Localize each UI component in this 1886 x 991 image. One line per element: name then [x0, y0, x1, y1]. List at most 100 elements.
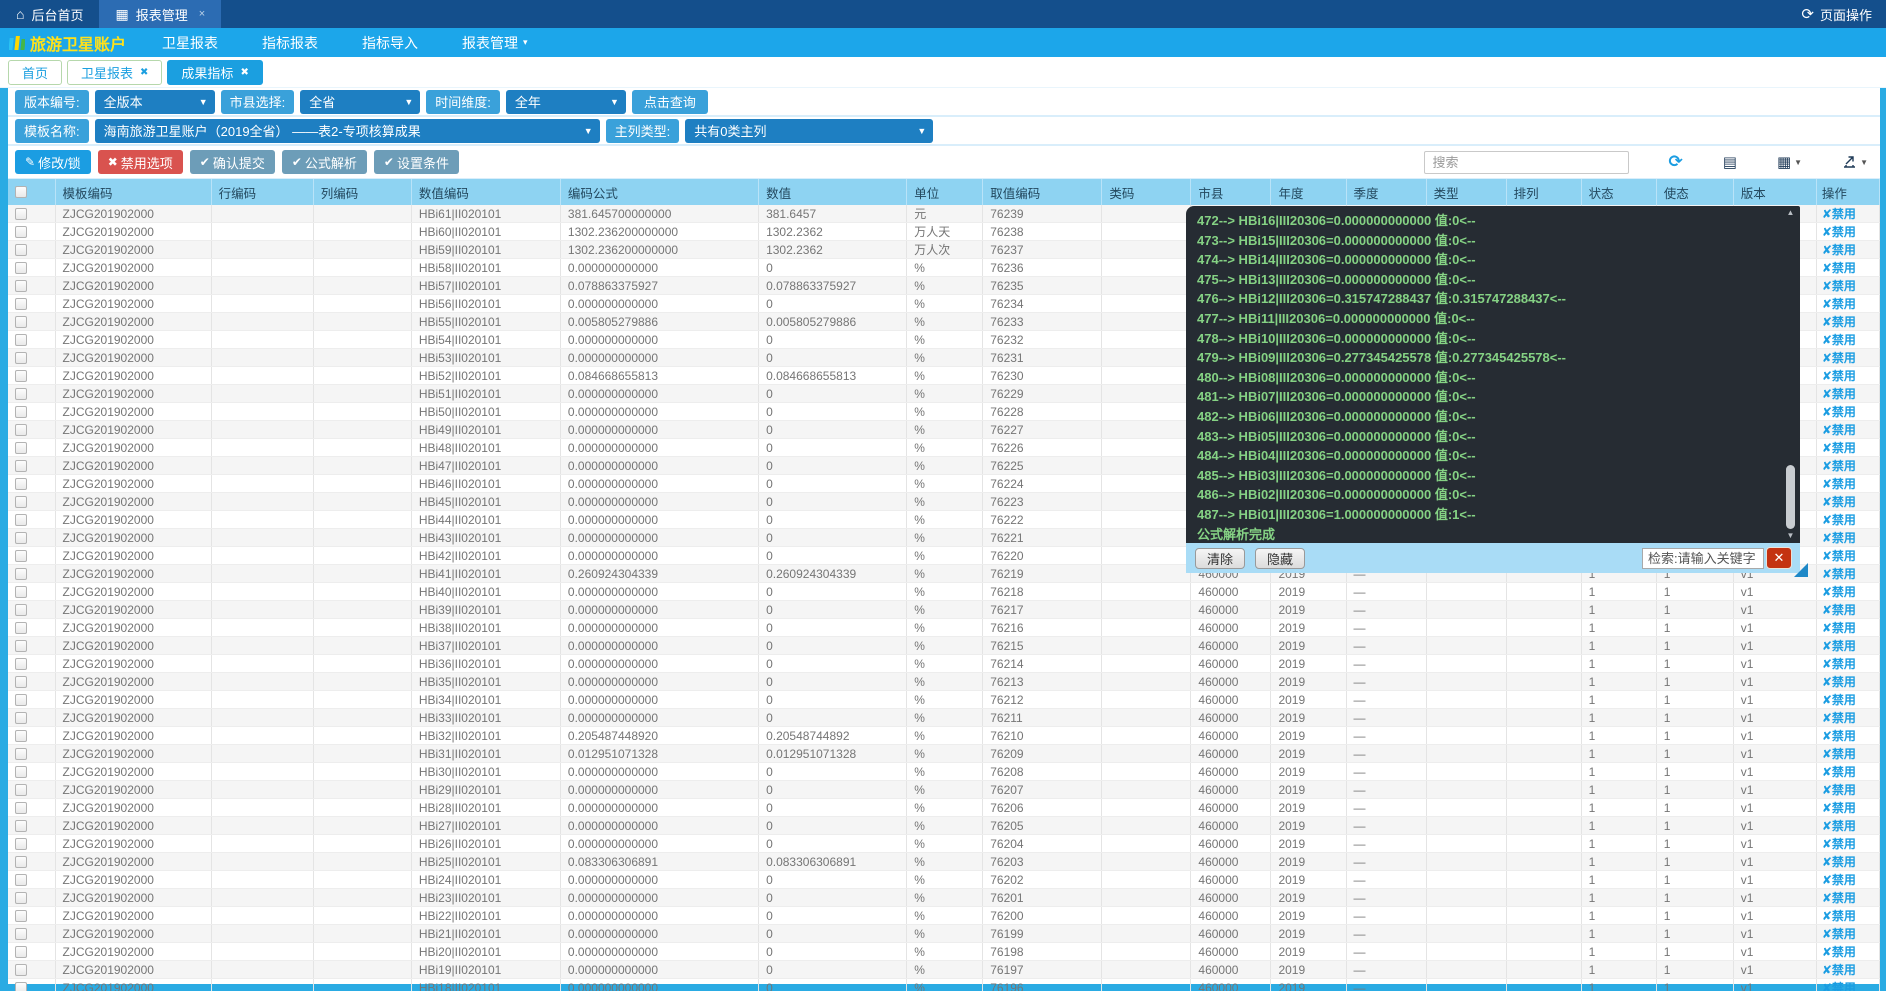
page-operations-button[interactable]: ⟳ 页面操作 — [1801, 5, 1886, 24]
disable-row-link[interactable]: ✘禁用 — [1822, 225, 1856, 239]
console-clear-button[interactable]: 清除 — [1195, 548, 1245, 569]
select-all-header[interactable] — [8, 179, 55, 205]
disable-row-link[interactable]: ✘禁用 — [1822, 549, 1856, 563]
console-close-button[interactable]: ✕ — [1766, 547, 1792, 569]
disable-row-link[interactable]: ✘禁用 — [1822, 261, 1856, 275]
time-select[interactable]: 全年 ▼ — [506, 90, 626, 114]
disable-row-link[interactable]: ✘禁用 — [1822, 387, 1856, 401]
row-checkbox[interactable] — [15, 352, 27, 364]
menu-item-indicator-import[interactable]: 指标导入 — [340, 33, 440, 53]
version-select[interactable]: 全版本 ▼ — [95, 90, 215, 114]
row-checkbox[interactable] — [15, 442, 27, 454]
row-checkbox[interactable] — [15, 298, 27, 310]
console-scrollbar[interactable]: ▲ ▼ — [1783, 208, 1798, 541]
menu-item-satellite-report[interactable]: 卫星报表 — [140, 33, 240, 53]
export-icon[interactable]: ▼ — [1842, 155, 1868, 169]
disable-row-link[interactable]: ✘禁用 — [1822, 711, 1856, 725]
row-checkbox[interactable] — [15, 208, 27, 220]
disable-row-link[interactable]: ✘禁用 — [1822, 855, 1856, 869]
row-checkbox[interactable] — [15, 874, 27, 886]
menu-item-indicator-report[interactable]: 指标报表 — [240, 33, 340, 53]
menu-item-report-management[interactable]: 报表管理 ▾ — [440, 33, 550, 53]
disable-row-link[interactable]: ✘禁用 — [1822, 819, 1856, 833]
row-checkbox[interactable] — [15, 928, 27, 940]
scroll-up-icon[interactable]: ▲ — [1787, 208, 1795, 218]
row-checkbox[interactable] — [15, 838, 27, 850]
disable-row-link[interactable]: ✘禁用 — [1822, 675, 1856, 689]
row-checkbox[interactable] — [15, 964, 27, 976]
scroll-down-icon[interactable]: ▼ — [1787, 531, 1795, 541]
row-checkbox[interactable] — [15, 496, 27, 508]
page-tab-home[interactable]: 首页 — [8, 60, 62, 85]
disable-options-button[interactable]: ✖ 禁用选项 — [98, 150, 183, 174]
disable-row-link[interactable]: ✘禁用 — [1822, 279, 1856, 293]
disable-row-link[interactable]: ✘禁用 — [1822, 765, 1856, 779]
main-column-type-select[interactable]: 共有0类主列 ▼ — [685, 119, 933, 143]
row-checkbox[interactable] — [15, 802, 27, 814]
row-checkbox[interactable] — [15, 532, 27, 544]
disable-row-link[interactable]: ✘禁用 — [1822, 315, 1856, 329]
disable-row-link[interactable]: ✘禁用 — [1822, 909, 1856, 923]
row-checkbox[interactable] — [15, 316, 27, 328]
row-checkbox[interactable] — [15, 262, 27, 274]
disable-row-link[interactable]: ✘禁用 — [1822, 477, 1856, 491]
console-resize-fold[interactable] — [1794, 563, 1808, 577]
disable-row-link[interactable]: ✘禁用 — [1822, 891, 1856, 905]
row-checkbox[interactable] — [15, 766, 27, 778]
list-view-icon[interactable]: ▤ — [1723, 153, 1737, 171]
disable-row-link[interactable]: ✘禁用 — [1822, 963, 1856, 977]
template-select[interactable]: 海南旅游卫星账户（2019全省） ——表2-专项核算成果 ▼ — [95, 119, 600, 143]
row-checkbox[interactable] — [15, 604, 27, 616]
row-checkbox[interactable] — [15, 712, 27, 724]
row-checkbox[interactable] — [15, 370, 27, 382]
row-checkbox[interactable] — [15, 280, 27, 292]
disable-row-link[interactable]: ✘禁用 — [1822, 297, 1856, 311]
disable-row-link[interactable]: ✘禁用 — [1822, 207, 1856, 221]
row-checkbox[interactable] — [15, 910, 27, 922]
set-conditions-button[interactable]: ✔ 设置条件 — [374, 150, 459, 174]
window-tab-report-management[interactable]: ▦ 报表管理 × — [99, 0, 221, 28]
row-checkbox[interactable] — [15, 856, 27, 868]
row-checkbox[interactable] — [15, 424, 27, 436]
disable-row-link[interactable]: ✘禁用 — [1822, 639, 1856, 653]
select-all-checkbox[interactable] — [15, 186, 27, 198]
disable-row-link[interactable]: ✘禁用 — [1822, 567, 1856, 581]
disable-row-link[interactable]: ✘禁用 — [1822, 873, 1856, 887]
disable-row-link[interactable]: ✘禁用 — [1822, 351, 1856, 365]
disable-row-link[interactable]: ✘禁用 — [1822, 405, 1856, 419]
disable-row-link[interactable]: ✘禁用 — [1822, 837, 1856, 851]
disable-row-link[interactable]: ✘禁用 — [1822, 927, 1856, 941]
close-tab-icon[interactable]: ✖ — [240, 67, 248, 78]
page-tab-satellite-report[interactable]: 卫星报表 ✖ — [67, 60, 162, 85]
disable-row-link[interactable]: ✘禁用 — [1822, 603, 1856, 617]
row-checkbox[interactable] — [15, 388, 27, 400]
row-checkbox[interactable] — [15, 658, 27, 670]
refresh-icon[interactable]: ⟳ — [1669, 152, 1683, 172]
disable-row-link[interactable]: ✘禁用 — [1822, 747, 1856, 761]
disable-row-link[interactable]: ✘禁用 — [1822, 657, 1856, 671]
row-checkbox[interactable] — [15, 892, 27, 904]
disable-row-link[interactable]: ✘禁用 — [1822, 621, 1856, 635]
row-checkbox[interactable] — [15, 550, 27, 562]
console-hide-button[interactable]: 隐藏 — [1255, 548, 1305, 569]
row-checkbox[interactable] — [15, 244, 27, 256]
disable-row-link[interactable]: ✘禁用 — [1822, 513, 1856, 527]
disable-row-link[interactable]: ✘禁用 — [1822, 945, 1856, 959]
row-checkbox[interactable] — [15, 676, 27, 688]
disable-row-link[interactable]: ✘禁用 — [1822, 693, 1856, 707]
row-checkbox[interactable] — [15, 460, 27, 472]
window-tab-backstage-home[interactable]: ⌂ 后台首页 — [0, 0, 99, 28]
row-checkbox[interactable] — [15, 568, 27, 580]
query-button[interactable]: 点击查询 — [632, 90, 708, 114]
console-search-input[interactable] — [1642, 548, 1764, 569]
row-checkbox[interactable] — [15, 748, 27, 760]
row-checkbox[interactable] — [15, 586, 27, 598]
disable-row-link[interactable]: ✘禁用 — [1822, 423, 1856, 437]
row-checkbox[interactable] — [15, 820, 27, 832]
confirm-submit-button[interactable]: ✔ 确认提交 — [190, 150, 275, 174]
county-select[interactable]: 全省 ▼ — [300, 90, 420, 114]
disable-row-link[interactable]: ✘禁用 — [1822, 459, 1856, 473]
row-checkbox[interactable] — [15, 514, 27, 526]
row-checkbox[interactable] — [15, 622, 27, 634]
close-tab-icon[interactable]: × — [199, 8, 205, 20]
